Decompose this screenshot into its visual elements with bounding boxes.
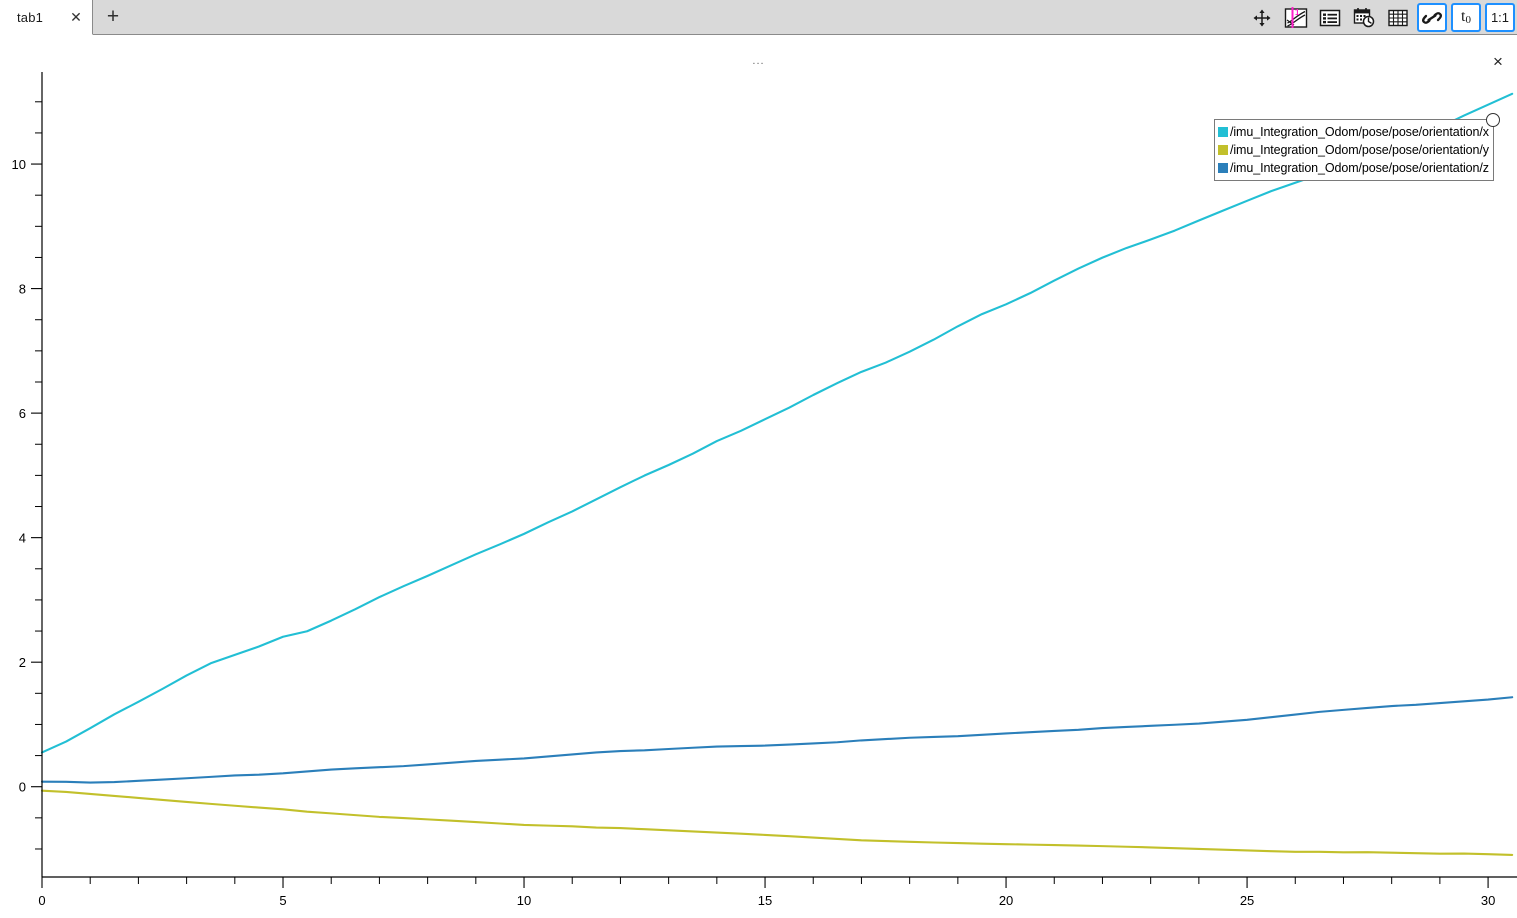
grid-tool-button[interactable] (1383, 3, 1413, 32)
x-tick-label: 25 (1240, 893, 1254, 908)
svg-text:1: 1 (1295, 8, 1300, 17)
legend-label-z: /imu_Integration_Odom/pose/pose/orientat… (1230, 161, 1489, 175)
legend-swatch-z (1218, 163, 1228, 173)
calendar-clock-icon (1353, 7, 1376, 28)
legend-item-y[interactable]: /imu_Integration_Odom/pose/pose/orientat… (1218, 141, 1489, 159)
x-tick-label: 10 (517, 893, 531, 908)
link-axes-tool-button[interactable] (1417, 3, 1447, 32)
add-tab-button[interactable]: + (94, 0, 132, 34)
chart-legend[interactable]: /imu_Integration_Odom/pose/pose/orientat… (1214, 113, 1500, 181)
list-view-tool-button[interactable] (1315, 3, 1345, 32)
one-to-one-icon: 1:1 (1490, 10, 1510, 25)
x-tick-label: 5 (279, 893, 286, 908)
y-tick-label: 10 (12, 157, 26, 172)
list-icon (1319, 8, 1341, 28)
t-zero-icon: t0 (1461, 8, 1471, 26)
datetime-tool-button[interactable] (1349, 3, 1379, 32)
plot-tool-button[interactable]: 1 (1281, 3, 1311, 32)
legend-label-y: /imu_Integration_Odom/pose/pose/orientat… (1230, 143, 1489, 157)
x-tick-label: 20 (999, 893, 1013, 908)
x-tick-label: 15 (758, 893, 772, 908)
tab-label: tab1 (17, 9, 44, 25)
legend-label-x: /imu_Integration_Odom/pose/pose/orientat… (1230, 125, 1489, 139)
link-icon (1421, 8, 1443, 28)
series-line-x (40, 92, 1514, 754)
legend-swatch-y (1218, 145, 1228, 155)
x-tick-label: 0 (38, 893, 45, 908)
series-line-y (40, 789, 1514, 856)
aspect-ratio-tool-button[interactable]: 1:1 (1485, 3, 1515, 32)
pan-tool-button[interactable] (1247, 3, 1277, 32)
x-tick-label: 30 (1481, 893, 1495, 908)
grid-icon (1387, 8, 1409, 28)
close-icon[interactable]: ✕ (69, 10, 83, 24)
y-tick-label: 4 (19, 531, 26, 546)
toolbar: 1 t0 1:1 (1245, 1, 1517, 34)
y-tick-label: 8 (19, 282, 26, 297)
tab-tab1[interactable]: tab1 ✕ (0, 0, 93, 35)
legend-swatch-x (1218, 127, 1228, 137)
y-tick-label: 6 (19, 406, 26, 421)
time-zero-tool-button[interactable]: t0 (1451, 3, 1481, 32)
legend-resize-handle[interactable] (1485, 113, 1500, 127)
plot-panel: ... × 0 2 4 6 8 10 0 5 10 15 20 25 30 /imu_Integrati… (0, 35, 1517, 918)
tab-bar: tab1 ✕ + 1 t0 1:1 (0, 0, 1517, 35)
series-line-z (40, 696, 1514, 784)
legend-item-z[interactable]: /imu_Integration_Odom/pose/pose/orientat… (1218, 159, 1489, 177)
plot-cursor-icon: 1 (1284, 6, 1308, 29)
y-tick-label: 2 (19, 655, 26, 670)
y-tick-label: 0 (19, 780, 26, 795)
application-window: tab1 ✕ + 1 t0 1:1 ... × 0 2 4 6 8 10 0 5… (0, 0, 1517, 918)
move-arrows-icon (1252, 8, 1272, 28)
legend-item-x[interactable]: /imu_Integration_Odom/pose/pose/orientat… (1218, 123, 1489, 141)
